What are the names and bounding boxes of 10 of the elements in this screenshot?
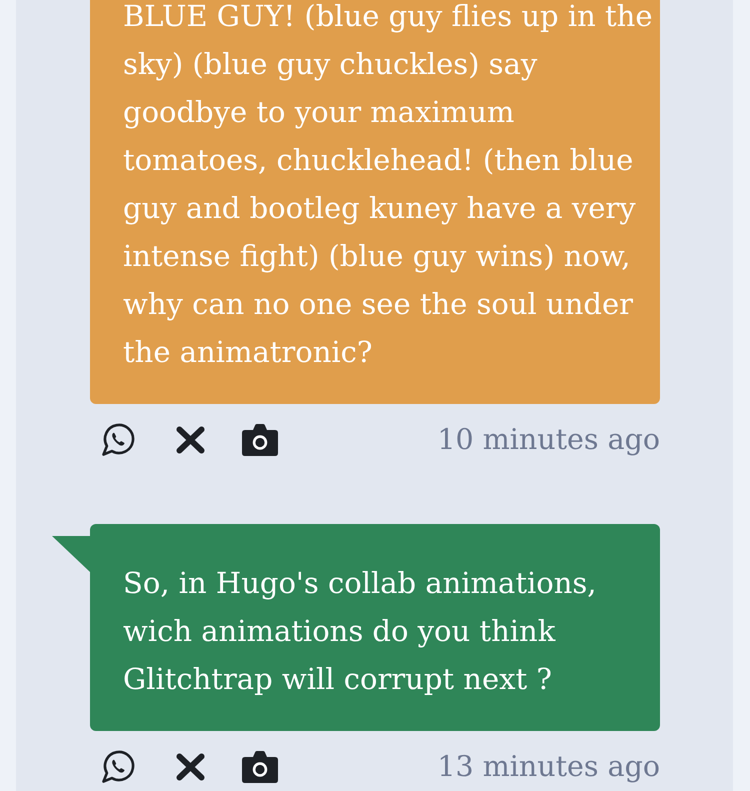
message-text: So, in Hugo's collab animations, wich animations do you think Glitchtrap will corrupt next ? (123, 565, 598, 698)
chat-phone-icon[interactable] (100, 749, 136, 785)
close-icon[interactable] (176, 426, 205, 454)
camera-icon[interactable] (242, 424, 278, 456)
message-text: BLUE GUY! (blue guy flies up in the sky) (blue guy chuckles) say goodbye to your maximum tomatoes, chucklehead! (then blue guy and bootleg kuney have a very intense fight) (blue guy wins) now, why can no one see the soul under the animatronic? (123, 0, 654, 371)
camera-icon[interactable] (242, 751, 278, 783)
chat-phone-icon[interactable] (100, 422, 136, 458)
close-icon[interactable] (176, 753, 205, 781)
timestamp: 13 minutes ago (437, 749, 660, 785)
timestamp: 10 minutes ago (437, 422, 660, 458)
